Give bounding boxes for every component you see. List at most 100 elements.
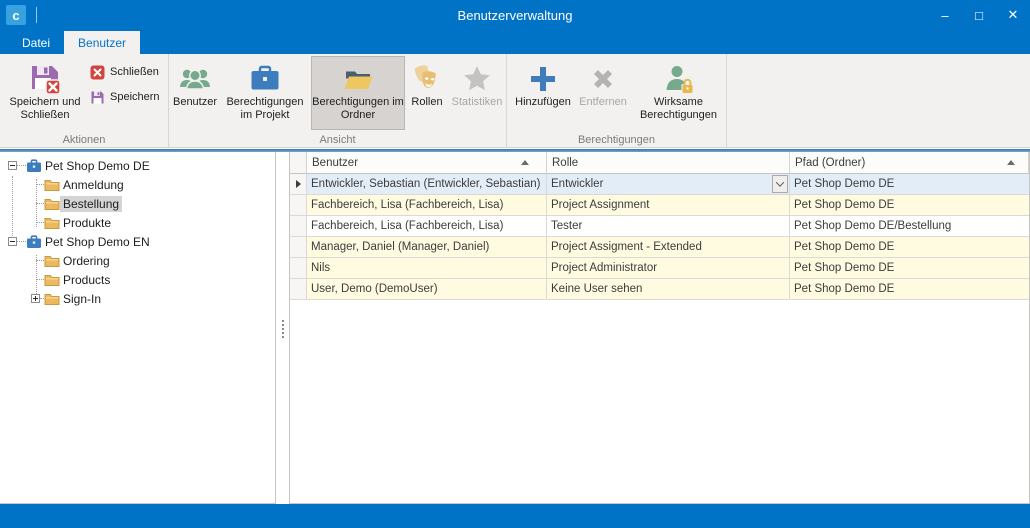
tree-line-de [36,179,37,227]
row-indicator-icon [296,180,301,188]
tab-datei[interactable]: Datei [8,31,64,54]
project-tree-panel: Pet Shop Demo DE Anmeldung Bestellung Pr… [0,152,276,504]
row-indicator-cell [290,195,307,216]
open-folder-icon [342,62,374,96]
tree-item-pet-shop-demo-en[interactable]: Pet Shop Demo EN [0,232,275,251]
plus-icon [528,62,558,96]
cell-pfad[interactable]: Pet Shop Demo DE [790,279,1029,300]
tree-item-label: Pet Shop Demo DE [42,158,153,174]
tree-item-products[interactable]: Products [0,270,275,289]
cell-benutzer[interactable]: Nils [307,258,547,279]
folder-icon [44,196,60,212]
permissions-folder-button[interactable]: Berechtigungen im Ordner [311,56,405,130]
tab-benutzer[interactable]: Benutzer [64,31,140,54]
cell-benutzer[interactable]: Fachbereich, Lisa (Fachbereich, Lisa) [307,216,547,237]
grid-row[interactable]: Entwickler, Sebastian (Entwickler, Sebas… [290,174,1029,195]
cell-rolle[interactable]: Project Assigment - Extended [547,237,790,258]
save-and-close-button[interactable]: Speichern und Schließen [3,56,87,130]
cell-rolle[interactable]: Entwickler [547,174,790,195]
grid-row[interactable]: Fachbereich, Lisa (Fachbereich, Lisa) Pr… [290,195,1029,216]
cell-benutzer[interactable]: Fachbereich, Lisa (Fachbereich, Lisa) [307,195,547,216]
group-label-aktionen: Aktionen [0,134,168,146]
project-briefcase-icon [26,158,42,174]
column-header-rolle[interactable]: Rolle [547,152,790,174]
expander-minus-icon[interactable] [8,161,17,170]
cell-pfad[interactable]: Pet Shop Demo DE [790,174,1029,195]
remove-permission-button[interactable]: Entfernen [575,56,631,130]
effective-permissions-button[interactable]: Wirksame Berechtigungen [631,56,726,130]
cell-rolle[interactable]: Keine User sehen [547,279,790,300]
permissions-folder-label: Berechtigungen im Ordner [312,96,404,122]
grid-row[interactable]: Manager, Daniel (Manager, Daniel) Projec… [290,237,1029,258]
row-indicator-cell [290,279,307,300]
tree-item-produkte[interactable]: Produkte [0,213,275,232]
tree-item-sign-in[interactable]: Sign-In [0,289,275,308]
column-header-benutzer[interactable]: Benutzer [307,152,547,174]
effective-permissions-label: Wirksame Berechtigungen [632,96,725,122]
folder-icon [44,291,60,307]
folder-icon [44,215,60,231]
cell-pfad[interactable]: Pet Shop Demo DE/Bestellung [790,216,1029,237]
quick-access-separator [36,7,37,23]
tree-item-label: Products [60,272,113,288]
cell-benutzer[interactable]: Entwickler, Sebastian (Entwickler, Sebas… [307,174,547,195]
tree-item-pet-shop-demo-de[interactable]: Pet Shop Demo DE [0,156,275,175]
cell-pfad[interactable]: Pet Shop Demo DE [790,237,1029,258]
row-indicator-cell [290,237,307,258]
cell-rolle[interactable]: Tester [547,216,790,237]
tree-item-label: Sign-In [60,291,104,307]
tree-item-label: Anmeldung [60,177,127,193]
cell-pfad[interactable]: Pet Shop Demo DE [790,195,1029,216]
minimize-button[interactable]: – [928,0,962,30]
role-dropdown-button[interactable] [772,175,788,193]
tree-item-label-selected: Bestellung [60,196,122,212]
tree-item-bestellung[interactable]: Bestellung [0,194,275,213]
briefcase-icon [249,62,281,96]
ribbon-group-aktionen: Speichern und Schließen Schließen Speich… [0,54,169,148]
group-label-berechtigungen: Berechtigungen [507,134,726,146]
project-tree: Pet Shop Demo DE Anmeldung Bestellung Pr… [0,156,275,308]
cell-pfad[interactable]: Pet Shop Demo DE [790,258,1029,279]
cell-benutzer[interactable]: Manager, Daniel (Manager, Daniel) [307,237,547,258]
x-icon [588,62,618,96]
expander-minus-icon[interactable] [8,237,17,246]
close-red-icon [90,65,105,80]
ribbon: Speichern und Schließen Schließen Speich… [0,54,1030,148]
tree-line-root [12,176,13,246]
ribbon-tab-row: Datei Benutzer [0,30,1030,54]
column-header-pfad[interactable]: Pfad (Ordner) [790,152,1029,174]
save-button[interactable]: Speichern [90,87,160,107]
roles-button[interactable]: Rollen [405,56,449,130]
grid-row[interactable]: Fachbereich, Lisa (Fachbereich, Lisa) Te… [290,216,1029,237]
add-permission-button[interactable]: Hinzufügen [511,56,575,130]
sort-ascending-icon [521,160,529,165]
cell-benutzer[interactable]: User, Demo (DemoUser) [307,279,547,300]
close-view-button[interactable]: Schließen [90,62,160,82]
expander-plus-icon[interactable] [31,294,40,303]
cell-rolle[interactable]: Project Assignment [547,195,790,216]
grid-row[interactable]: Nils Project Administrator Pet Shop Demo… [290,258,1029,279]
remove-permission-label: Entfernen [579,96,627,109]
row-indicator-cell [290,174,307,195]
app-logo-icon[interactable]: c [6,5,26,25]
users-view-button[interactable]: Benutzer [171,56,219,130]
cell-rolle[interactable]: Project Administrator [547,258,790,279]
splitter-grip-icon [282,320,284,322]
grid-header: Benutzer Rolle Pfad (Ordner) [290,152,1029,174]
statistics-button[interactable]: Statistiken [449,56,505,130]
permissions-project-button[interactable]: Berechtigungen im Projekt [219,56,311,130]
star-icon [462,62,492,96]
theater-masks-icon [411,62,443,96]
maximize-button[interactable]: □ [962,0,996,30]
tree-item-ordering[interactable]: Ordering [0,251,275,270]
roles-label: Rollen [411,96,442,109]
window-controls: – □ ✕ [928,0,1030,30]
user-lock-icon [663,62,695,96]
close-button[interactable]: ✕ [996,0,1030,30]
tree-item-anmeldung[interactable]: Anmeldung [0,175,275,194]
project-briefcase-icon [26,234,42,250]
panel-splitter[interactable] [276,152,289,504]
row-indicator-cell [290,258,307,279]
grid-row[interactable]: User, Demo (DemoUser) Keine User sehen P… [290,279,1029,300]
folder-icon [44,272,60,288]
